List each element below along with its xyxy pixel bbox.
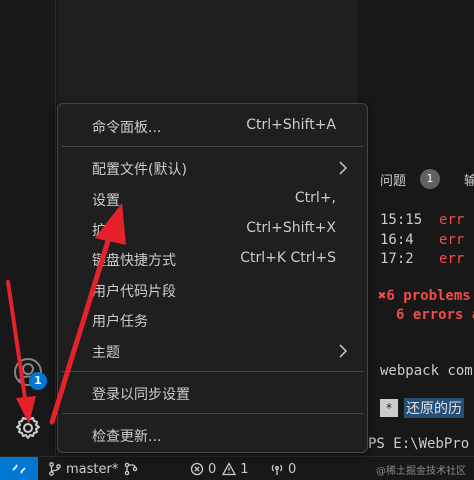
menu-item-label: 检查更新... (92, 429, 162, 445)
menu-item-settings[interactable]: 设置 Ctrl+, (62, 185, 363, 213)
menu-item-label: 扩 (92, 223, 106, 239)
terminal-line: 15:15 err (380, 212, 464, 228)
menu-item-label: 登录以同步设置 (92, 387, 190, 403)
menu-item-label: 用户代码片段 (92, 284, 176, 300)
menu-item-keyboard-shortcuts[interactable]: 键盘快捷方式 Ctrl+K Ctrl+S (62, 245, 363, 273)
watermark: @稀土掘金技术社区 (376, 466, 466, 477)
menu-separator (62, 413, 363, 414)
menu-item-profiles[interactable]: 配置文件(默认) (62, 154, 363, 182)
menu-item-command-palette[interactable]: 命令面板... Ctrl+Shift+A (62, 112, 363, 140)
sync-icon (124, 462, 138, 476)
manage-context-menu: 命令面板... Ctrl+Shift+A 配置文件(默认) 设置 Ctrl+, … (57, 103, 368, 453)
menu-item-label: 键盘快捷方式 (92, 253, 176, 269)
activity-bar: 1 (0, 0, 56, 456)
tab-output[interactable]: 输 (464, 170, 474, 189)
remote-button[interactable] (0, 457, 38, 480)
chevron-right-icon (339, 344, 347, 358)
restore-text: 还原的历 (404, 398, 464, 418)
line-time: 15:15 (380, 212, 423, 228)
warning-icon (222, 462, 237, 476)
account-badge: 1 (29, 372, 47, 390)
menu-item-user-tasks[interactable]: 用户任务 (62, 306, 363, 334)
ports-count: 0 (288, 461, 297, 477)
menu-item-shortcut: Ctrl+, (294, 190, 336, 206)
branch-name: master* (66, 461, 119, 477)
menu-item-shortcut: Ctrl+Shift+A (246, 117, 336, 133)
restore-line: * 还原的历 (380, 398, 464, 418)
menu-item-label: 配置文件(默认) (92, 162, 187, 178)
error-icon (190, 462, 204, 476)
problems-indicator[interactable]: 0 1 (190, 460, 249, 478)
menu-separator (62, 146, 363, 147)
menu-item-label: 设置 (92, 193, 120, 209)
menu-item-label: 主题 (92, 345, 120, 361)
status-bar: master* 0 1 0 @稀土掘金技术社区 (0, 456, 474, 480)
branch-indicator[interactable]: master* (48, 460, 118, 478)
line-time: 16:4 (380, 232, 414, 248)
compile-status: webpack comp (380, 363, 474, 379)
branch-icon (49, 462, 61, 476)
menu-item-label: 用户任务 (92, 314, 148, 330)
menu-item-label: 命令面板... (92, 120, 162, 136)
antenna-icon (271, 464, 283, 475)
sync-button[interactable] (123, 460, 143, 478)
menu-item-themes[interactable]: 主题 (62, 337, 363, 365)
terminal-line: 16:4 err (380, 232, 464, 248)
bottom-panel: 问题 1 输 15:15 err 16:4 err 17:2 err ✖6 pr… (357, 160, 474, 456)
menu-item-extensions[interactable]: 扩 Ctrl+Shift+X (62, 215, 363, 243)
panel-tabs: 问题 1 输 (358, 160, 474, 198)
gear-icon (16, 415, 40, 439)
remote-icon (12, 464, 26, 474)
errors-summary: 6 errors a (396, 307, 474, 323)
line-text: err (439, 232, 465, 248)
warning-count: 1 (240, 461, 249, 477)
chevron-right-icon (339, 161, 347, 175)
problems-count-badge: 1 (420, 169, 440, 189)
manage-button[interactable] (12, 412, 44, 444)
restore-marker: * (380, 399, 398, 417)
secondary-area (357, 0, 474, 160)
menu-item-shortcut: Ctrl+K Ctrl+S (240, 250, 336, 266)
tab-problems[interactable]: 问题 (380, 170, 406, 189)
line-text: err (439, 212, 465, 228)
line-time: 17:2 (380, 251, 414, 267)
menu-item-check-updates[interactable]: 检查更新... (62, 421, 363, 449)
menu-item-user-snippets[interactable]: 用户代码片段 (62, 276, 363, 304)
problems-summary: ✖6 problems (378, 288, 471, 304)
menu-separator (62, 371, 363, 372)
ports-indicator[interactable]: 0 (270, 460, 296, 478)
menu-item-shortcut: Ctrl+Shift+X (246, 220, 336, 236)
error-count: 0 (208, 461, 217, 477)
terminal-prompt[interactable]: PS E:\WebPro (368, 436, 469, 452)
line-text: err (439, 251, 465, 267)
terminal-line: 17:2 err (380, 251, 464, 267)
menu-item-sync-settings[interactable]: 登录以同步设置 (62, 379, 363, 407)
